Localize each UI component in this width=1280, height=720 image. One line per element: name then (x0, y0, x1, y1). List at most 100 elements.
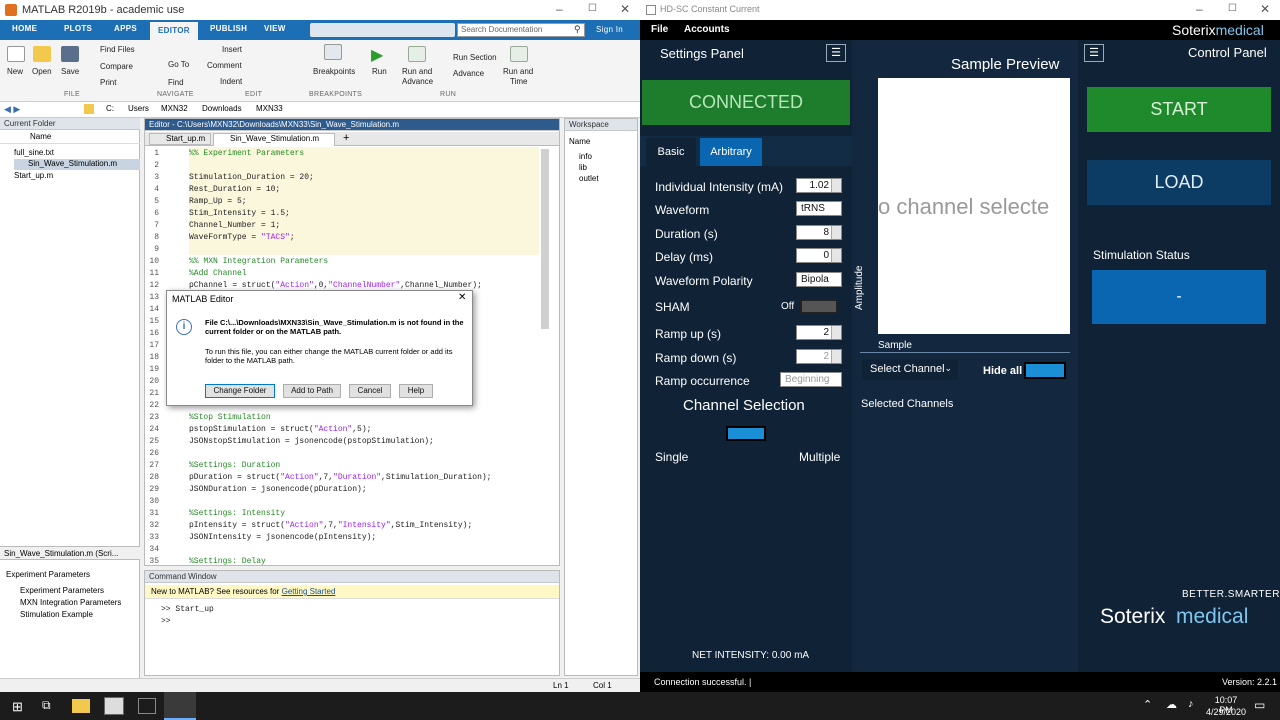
duration-spinner[interactable]: 8 (796, 225, 842, 240)
code-line[interactable]: %Settings: Duration (189, 461, 280, 470)
path-downloads[interactable]: Downloads (202, 104, 242, 113)
add-to-path-button[interactable]: Add to Path (283, 384, 341, 398)
notification-icon[interactable]: ▭ (1254, 698, 1265, 712)
tab-basic[interactable]: Basic (646, 138, 696, 166)
code-line[interactable]: JSONIntensity = jsonencode(pIntensity); (189, 533, 376, 542)
indent-button[interactable]: Indent (220, 77, 242, 86)
path-mxn33[interactable]: MXN33 (256, 104, 283, 113)
tab-publish[interactable]: PUBLISH (210, 24, 247, 33)
run-time-label-1[interactable]: Run and (503, 67, 533, 76)
tab-home[interactable]: HOME (12, 24, 37, 33)
tab-sin-wave[interactable]: Sin_Wave_Stimulation.m (213, 133, 335, 146)
code-line[interactable]: %Stop Stimulation (189, 413, 271, 422)
outline-item[interactable]: MXN Integration Parameters (20, 598, 121, 607)
waveform-dropdown[interactable]: tRNS (796, 201, 842, 216)
cancel-button[interactable]: Cancel (349, 384, 391, 398)
code-line[interactable]: %Settings: Delay (189, 557, 266, 566)
path-users[interactable]: Users (128, 104, 149, 113)
new-icon[interactable] (7, 46, 25, 62)
compare-button[interactable]: Compare (100, 62, 133, 71)
find-files-button[interactable]: Find Files (100, 45, 135, 54)
advance-button[interactable]: Advance (453, 69, 484, 78)
code-line[interactable]: pChannel = struct("Action",0,"ChannelNum… (189, 281, 482, 290)
ramp-down-spinner[interactable]: 2 (796, 349, 842, 364)
open-button[interactable]: Open (32, 67, 52, 76)
code-line[interactable]: %Settings: Intensity (189, 509, 285, 518)
path-c[interactable]: C: (106, 104, 114, 113)
polarity-dropdown[interactable]: Bipola (796, 272, 842, 287)
task-view-icon[interactable]: ⧉ (42, 698, 51, 713)
code-line[interactable]: Stim_Intensity = 1.5; (189, 209, 290, 218)
intensity-spinner[interactable]: 1.02 (796, 178, 842, 193)
getting-started-link[interactable]: Getting Started (282, 587, 336, 596)
matlab-taskbar-icon[interactable] (164, 692, 196, 720)
workspace-item[interactable]: lib (579, 163, 587, 172)
new-button[interactable]: New (7, 67, 23, 76)
tab-editor[interactable]: EDITOR (150, 22, 198, 40)
path-mxn32[interactable]: MXN32 (161, 104, 188, 113)
windows-start-icon[interactable]: ⊞ (12, 699, 23, 715)
code-line[interactable]: Ramp_Up = 5; (189, 197, 247, 206)
minimize-icon[interactable]: – (1196, 2, 1203, 16)
outline-item[interactable]: Stimulation Example (20, 610, 93, 619)
breakpoints-icon[interactable] (324, 44, 342, 60)
start-button[interactable]: START (1087, 87, 1271, 132)
settings-menu-icon[interactable]: ☰ (826, 44, 846, 62)
code-line[interactable]: %% Experiment Parameters (189, 149, 304, 158)
code-line[interactable]: Channel_Number = 1; (189, 221, 280, 230)
sham-toggle[interactable] (800, 299, 838, 314)
run-advance-label-1[interactable]: Run and (402, 67, 432, 76)
run-advance-label-2[interactable]: Advance (402, 77, 433, 86)
editor-scrollbar[interactable] (541, 149, 549, 329)
save-button[interactable]: Save (61, 67, 79, 76)
app-window-icon[interactable] (104, 697, 124, 715)
comment-button[interactable]: Comment (207, 61, 242, 70)
ramp-up-spinner[interactable]: 2 (796, 325, 842, 340)
address-bar[interactable]: ◀ ▶ C: Users MXN32 Downloads MXN33 (0, 102, 640, 118)
back-icon[interactable]: ◀ ▶ (4, 104, 20, 115)
add-tab-icon[interactable]: + (343, 132, 349, 144)
volume-icon[interactable]: ♪ (1188, 698, 1194, 710)
run-time-icon[interactable] (510, 46, 528, 62)
find-button[interactable]: Find (168, 78, 184, 87)
run-time-label-2[interactable]: Time (510, 77, 527, 86)
menu-accounts[interactable]: Accounts (684, 24, 730, 35)
code-line[interactable]: Stimulation_Duration = 20; (189, 173, 314, 182)
goto-button[interactable]: Go To (168, 60, 189, 69)
menu-file[interactable]: File (651, 24, 668, 35)
delay-spinner[interactable]: 0 (796, 248, 842, 263)
control-menu-icon[interactable]: ☰ (1084, 44, 1104, 62)
code-line[interactable]: pstopStimulation = struct("Action",5); (189, 425, 371, 434)
tab-apps[interactable]: APPS (114, 24, 137, 33)
tab-arbitrary[interactable]: Arbitrary (700, 138, 762, 166)
dialog-close-icon[interactable]: ✕ (458, 292, 466, 303)
maximize-icon[interactable]: ☐ (1228, 3, 1237, 14)
code-line[interactable]: %% MXN Integration Parameters (189, 257, 328, 266)
tab-view[interactable]: VIEW (264, 24, 286, 33)
maximize-icon[interactable]: ☐ (588, 3, 597, 14)
app-icon[interactable] (138, 698, 156, 714)
breakpoints-button[interactable]: Breakpoints (313, 67, 355, 76)
file-item[interactable]: Start_up.m (14, 171, 53, 180)
save-icon[interactable] (61, 46, 79, 62)
load-button[interactable]: LOAD (1087, 160, 1271, 205)
code-line[interactable]: pIntensity = struct("Action",7,"Intensit… (189, 521, 472, 530)
minimize-icon[interactable]: – (556, 2, 563, 16)
workspace-name-col[interactable]: Name (569, 137, 590, 146)
workspace-item[interactable]: outlet (579, 174, 599, 183)
details-file-header[interactable]: Sin_Wave_Stimulation.m (Scri... (0, 546, 140, 560)
clock-date[interactable]: 4/29/2020 (1204, 707, 1248, 717)
code-line[interactable]: %Add Channel (189, 269, 247, 278)
ramp-occurrence-dropdown[interactable]: Beginning (780, 372, 842, 387)
run-button[interactable]: Run (372, 67, 387, 76)
search-documentation-input[interactable]: Search Documentation ⚲ (457, 23, 585, 37)
channel-mode-toggle[interactable] (726, 426, 766, 441)
print-button[interactable]: Print (100, 78, 116, 87)
workspace-item[interactable]: info (579, 152, 592, 161)
tab-start-up[interactable]: Start_up.m (149, 133, 211, 145)
run-section-button[interactable]: Run Section (453, 53, 497, 62)
run-advance-icon[interactable] (408, 46, 426, 62)
open-folder-icon[interactable] (33, 46, 51, 62)
tab-plots[interactable]: PLOTS (64, 24, 92, 33)
code-line[interactable]: Rest_Duration = 10; (189, 185, 280, 194)
